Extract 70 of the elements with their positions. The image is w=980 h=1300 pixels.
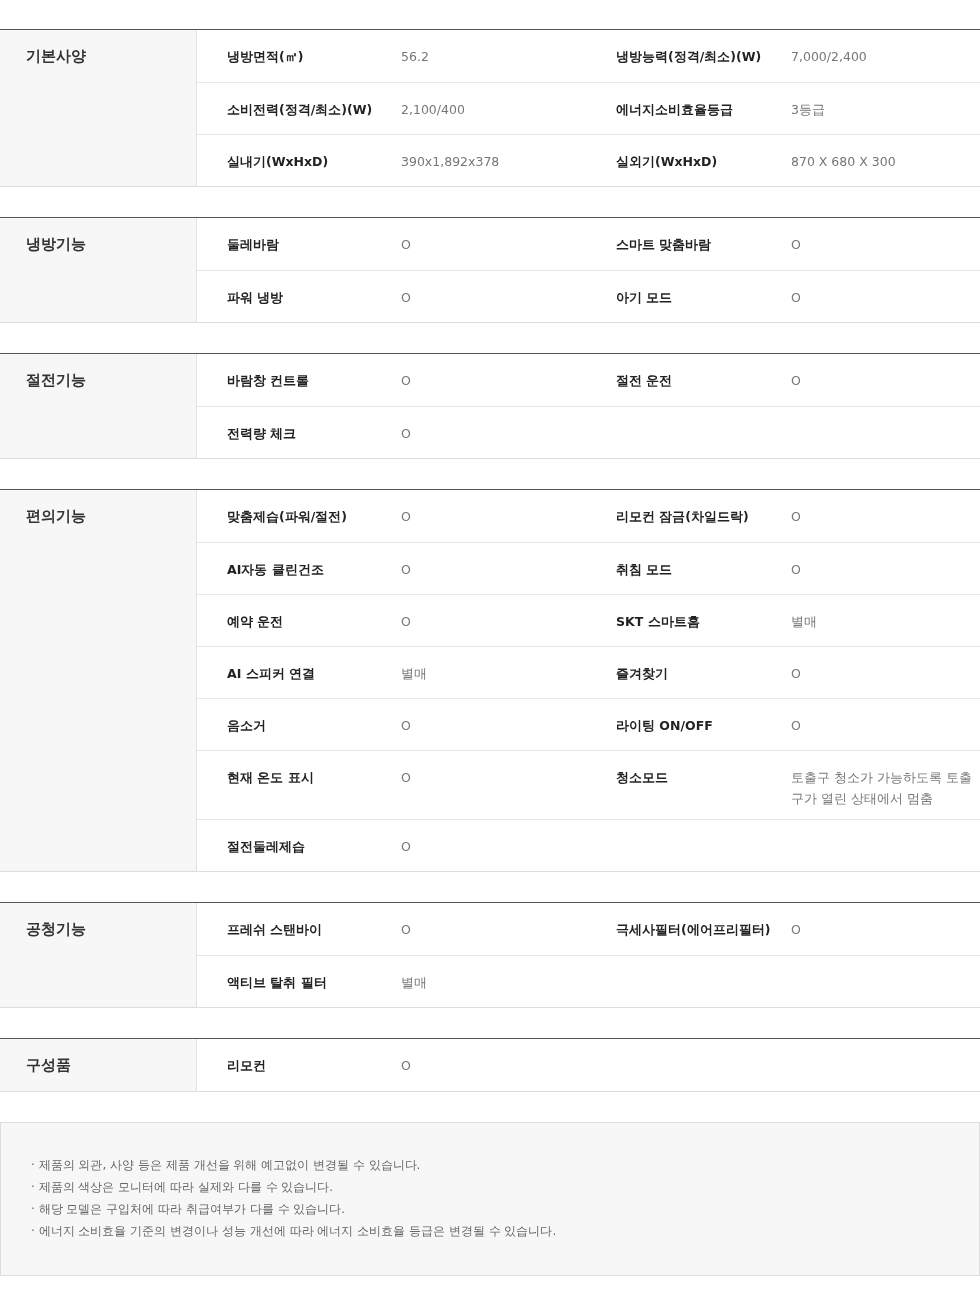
spec-label: 실내기(WxHxD) bbox=[227, 153, 329, 171]
spec-value: 토출구 청소가 가능하도록 토출구가 열린 상태에서 멈춤 bbox=[791, 769, 973, 808]
spec-value: O bbox=[791, 289, 802, 307]
spec-value: O bbox=[401, 1057, 412, 1075]
spec-label: 취침 모드 bbox=[616, 561, 673, 579]
category-title: 냉방기능 bbox=[26, 235, 86, 253]
spec-value: O bbox=[791, 665, 802, 683]
spec-value: 별매 bbox=[791, 613, 818, 631]
note-text: · 제품의 외관, 사양 등은 제품 개선을 위해 예고없이 변경될 수 있습니다. bbox=[31, 1157, 422, 1174]
spec-label: 라이팅 ON/OFF bbox=[616, 717, 713, 735]
spec-label: AI 스피커 연결 bbox=[227, 665, 316, 683]
spec-value: O bbox=[401, 425, 412, 443]
spec-value: O bbox=[401, 289, 412, 307]
spec-value: O bbox=[401, 508, 412, 526]
spec-label: 프레쉬 스탠바이 bbox=[227, 921, 323, 939]
spec-label: 절전둘레제습 bbox=[227, 838, 305, 856]
spec-value: O bbox=[791, 236, 802, 254]
spec-value: O bbox=[791, 717, 802, 735]
spec-value: O bbox=[401, 236, 412, 254]
spec-label: SKT 스마트홈 bbox=[616, 613, 700, 631]
spec-value: 56.2 bbox=[401, 48, 430, 66]
spec-value: 2,100/400 bbox=[401, 101, 466, 119]
spec-value: O bbox=[401, 372, 412, 390]
spec-value: 390x1,892x378 bbox=[401, 153, 501, 171]
spec-value: O bbox=[401, 921, 412, 939]
spec-value: O bbox=[401, 613, 412, 631]
spec-label: 청소모드 bbox=[616, 769, 668, 787]
category-title: 구성품 bbox=[26, 1056, 71, 1074]
spec-value: 870 X 680 X 300 bbox=[791, 153, 897, 171]
spec-value: O bbox=[401, 838, 412, 856]
category-title: 절전기능 bbox=[26, 371, 86, 389]
spec-label: 현재 온도 표시 bbox=[227, 769, 314, 787]
category-title: 공청기능 bbox=[26, 920, 86, 938]
spec-label: 파워 냉방 bbox=[227, 289, 284, 307]
note-text: · 제품의 색상은 모니터에 따라 실제와 다를 수 있습니다. bbox=[31, 1179, 335, 1196]
spec-value: O bbox=[791, 372, 802, 390]
spec-label: 음소거 bbox=[227, 717, 266, 735]
spec-value: O bbox=[401, 769, 412, 787]
spec-label: 실외기(WxHxD) bbox=[616, 153, 718, 171]
spec-value: O bbox=[791, 921, 802, 939]
spec-label: 예약 운전 bbox=[227, 613, 284, 631]
note-text: · 해당 모델은 구입처에 따라 취급여부가 다를 수 있습니다. bbox=[31, 1201, 347, 1218]
spec-label: 극세사필터(에어프리필터) bbox=[616, 921, 771, 939]
spec-label: 바람창 컨트롤 bbox=[227, 372, 310, 390]
spec-label: 소비전력(정격/최소)(W) bbox=[227, 101, 373, 119]
spec-label: 액티브 탈취 필터 bbox=[227, 974, 327, 992]
spec-label: 아기 모드 bbox=[616, 289, 673, 307]
spec-label: 전력량 체크 bbox=[227, 425, 297, 443]
spec-value: 별매 bbox=[401, 974, 428, 992]
spec-label: 둘레바람 bbox=[227, 236, 279, 254]
spec-label: 에너지소비효율등급 bbox=[616, 101, 733, 119]
spec-value: O bbox=[791, 508, 802, 526]
spec-value: 7,000/2,400 bbox=[791, 48, 868, 66]
spec-label: 절전 운전 bbox=[616, 372, 673, 390]
spec-label: 리모컨 bbox=[227, 1057, 266, 1075]
category-title: 기본사양 bbox=[26, 47, 86, 65]
spec-label: 냉방능력(정격/최소)(W) bbox=[616, 48, 762, 66]
spec-label: 즐겨찾기 bbox=[616, 665, 668, 683]
spec-value: 별매 bbox=[401, 665, 428, 683]
spec-label: 냉방면적(㎡) bbox=[227, 48, 304, 66]
spec-label: 리모컨 잠금(차일드락) bbox=[616, 508, 749, 526]
spec-value: 3등급 bbox=[791, 101, 826, 119]
spec-label: 스마트 맞춤바람 bbox=[616, 236, 712, 254]
spec-value: O bbox=[401, 561, 412, 579]
spec-label: 맞춤제습(파워/절전) bbox=[227, 508, 347, 526]
spec-value: O bbox=[791, 561, 802, 579]
note-text: · 에너지 소비효율 기준의 변경이나 성능 개선에 따라 에너지 소비효율 등급은 변경될 수 있습니다. bbox=[31, 1223, 558, 1240]
spec-value: O bbox=[401, 717, 412, 735]
category-title: 편의기능 bbox=[26, 507, 86, 525]
spec-label: AI자동 클린건조 bbox=[227, 561, 324, 579]
